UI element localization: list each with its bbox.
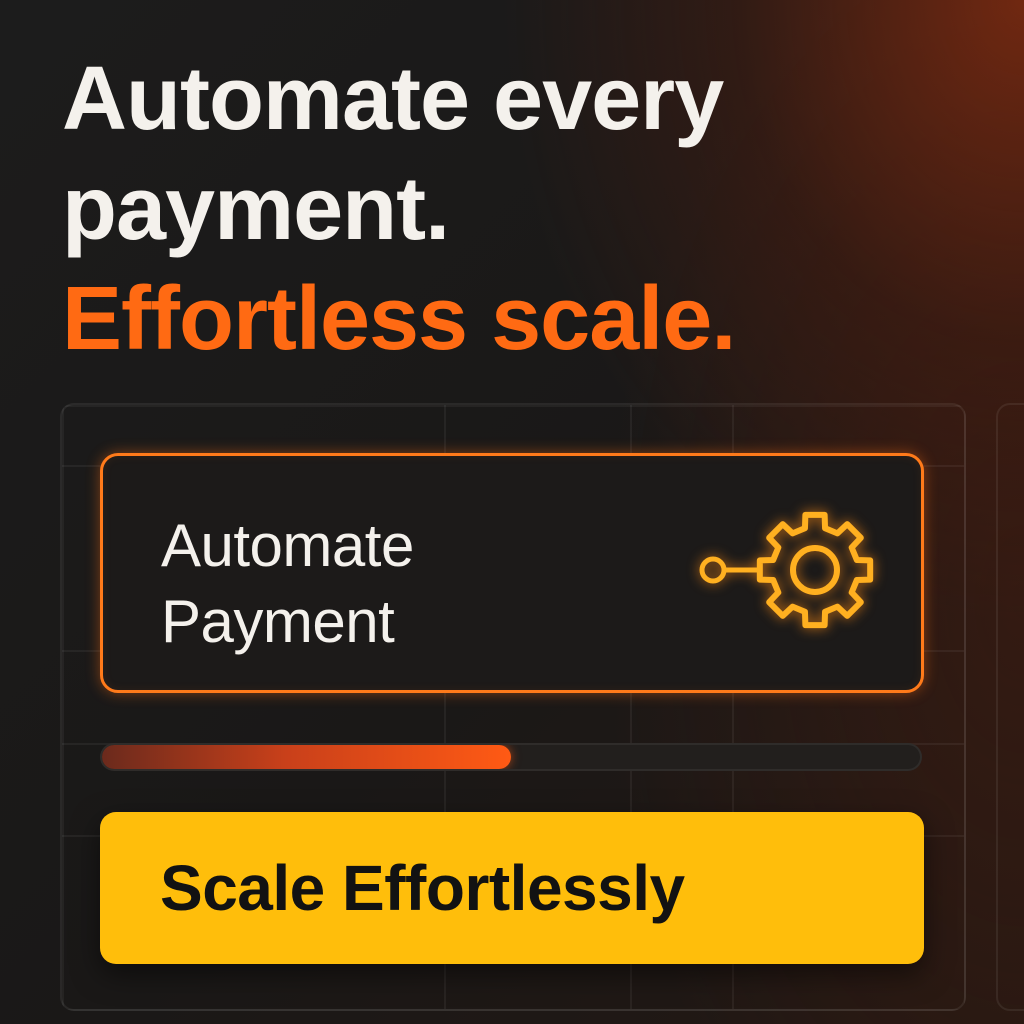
scale-effortlessly-label: Scale Effortlessly [160,852,685,924]
automate-payment-label: Automate Payment [161,508,414,660]
side-panel-edge [996,403,1024,1011]
headline-line-1: Automate every [62,49,724,149]
gear-icon [699,511,874,629]
automate-payment-card[interactable]: Automate Payment [100,453,924,693]
headline-line-2: payment. [62,159,450,259]
automate-payment-label-line-2: Payment [161,588,395,655]
scale-effortlessly-button[interactable]: Scale Effortlessly [100,812,924,964]
headline: Automate every payment. Effortless scale… [62,44,1002,374]
gear-outline [756,511,874,629]
headline-line-accent: Effortless scale. [62,269,736,369]
progress-bar-fill [102,745,511,769]
gear-with-connector-icon [695,508,885,638]
automate-payment-label-line-1: Automate [161,512,414,579]
progress-bar [100,743,922,771]
